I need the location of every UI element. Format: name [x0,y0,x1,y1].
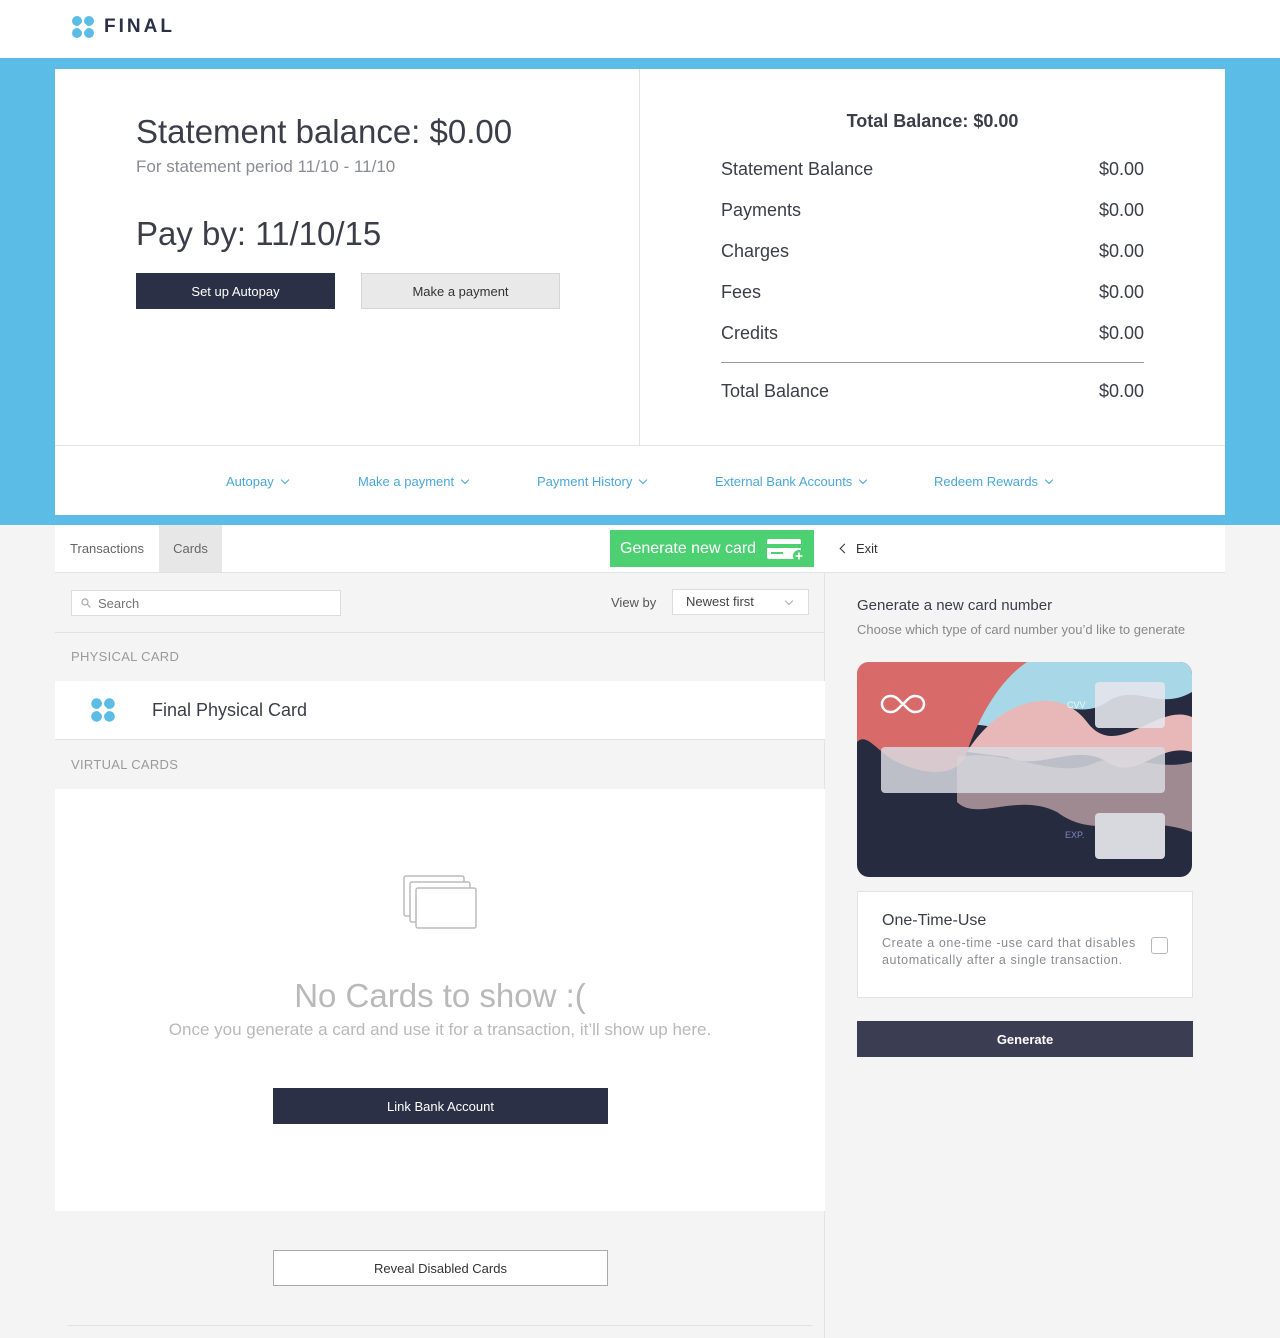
physical-card-name: Final Physical Card [152,700,308,720]
balance-row: Payments $0.00 [721,200,1144,224]
nav-make-payment[interactable]: Make a payment [358,474,470,489]
chevron-down-icon [280,475,289,485]
empty-title: No Cards to show :( [294,977,586,1014]
reveal-disabled-cards-button[interactable]: Reveal Disabled Cards [273,1250,608,1286]
tab-transactions[interactable]: Transactions [55,525,159,572]
balance-row: Credits $0.00 [721,323,1144,347]
tab-cards[interactable]: Cards [159,525,222,572]
statement-balance-title: Statement balance: $0.00 [136,113,513,150]
physical-card-row[interactable]: Final Physical Card [55,681,825,739]
divider [55,739,825,740]
virtual-card-preview: CVV EXP. [857,662,1192,877]
statement-period: For statement period 11/10 - 11/10 [136,157,396,176]
nav-label: Redeem Rewards [934,474,1039,489]
search-input[interactable] [98,591,338,615]
view-by-value: Newest first [686,594,754,609]
total-balance-row: Total Balance $0.00 [721,381,1144,405]
virtual-cards-heading: VIRTUAL CARDS [71,757,179,772]
account-nav: Autopay Make a payment Payment History E… [55,445,1225,515]
balance-row-label: Payments [721,200,802,220]
statement-summary: Statement balance: $0.00 For statement p… [55,69,640,445]
chevron-down-icon [859,475,868,485]
balance-divider [721,362,1144,363]
option-title: One-Time-Use [882,912,987,929]
balance-row-label: Credits [721,323,779,343]
balance-row-label: Fees [721,282,762,302]
nav-autopay[interactable]: Autopay [226,474,289,489]
exit-label: Exit [856,541,878,556]
card-cvv-label: CVV [1067,700,1086,710]
balance-row-value: $0.00 [1098,200,1144,220]
balance-row-label: Statement Balance [721,159,874,179]
balance-row-value: $0.00 [1098,282,1144,302]
nav-payment-history[interactable]: Payment History [537,474,648,489]
cards-stack-icon [403,875,477,929]
total-balance-title: Total Balance: $0.00 [846,111,1019,131]
card-exp-field [1095,813,1165,859]
empty-subtitle: Once you generate a card and use it for … [168,1020,712,1039]
balance-breakdown: Total Balance: $0.00 Statement Balance $… [640,69,1225,445]
setup-autopay-button[interactable]: Set up Autopay [136,273,335,309]
link-bank-account-button[interactable]: Link Bank Account [273,1088,608,1124]
chevron-down-icon [784,596,794,606]
chevron-down-icon [1044,475,1054,485]
view-by-select[interactable]: Newest first [672,589,809,615]
infinity-logo-icon [880,694,926,714]
add-card-icon [767,539,805,561]
nav-label: Autopay [226,474,274,489]
physical-card-heading: PHYSICAL CARD [71,649,180,664]
view-by-label: View by [611,595,657,610]
balance-row-value: $0.00 [1098,323,1144,343]
nav-label: Make a payment [358,474,455,489]
nav-external-bank-accounts[interactable]: External Bank Accounts [715,474,868,489]
generate-card-title: Generate a new card number [857,597,1053,614]
card-number-field [881,747,1165,793]
generate-button[interactable]: Generate [857,1021,1193,1057]
search-icon [81,598,91,608]
generate-new-card-button[interactable]: Generate new card [610,530,814,567]
final-logo-icon [91,698,115,722]
brand-logo[interactable]: FINAL [68,12,175,42]
nav-redeem-rewards[interactable]: Redeem Rewards [934,474,1054,489]
card-exp-label: EXP. [1065,830,1085,840]
balance-row-label: Charges [721,241,790,261]
divider [68,1325,812,1326]
final-logo-icon [72,16,94,38]
generate-card-panel: Exit Generate a new card number Choose w… [825,525,1225,1338]
chevron-down-icon [460,475,470,485]
card-cvv-field [1095,682,1165,728]
total-balance-label: Total Balance [721,381,830,401]
make-payment-button[interactable]: Make a payment [361,273,560,309]
pay-by-date: Pay by: 11/10/15 [136,215,382,252]
balance-row: Charges $0.00 [721,241,1144,265]
generate-new-card-label: Generate new card [620,539,757,557]
search-box[interactable] [71,590,341,616]
empty-state: No Cards to show :( Once you generate a … [55,789,825,1211]
top-bar: FINAL [0,0,1280,58]
chevron-left-icon [839,543,850,554]
cards-section: Transactions Cards Generate new card Vie… [55,525,825,1338]
balance-row: Fees $0.00 [721,282,1144,306]
statement-panel: Statement balance: $0.00 For statement p… [55,69,1225,515]
balance-row-value: $0.00 [1098,241,1144,261]
nav-label: External Bank Accounts [715,474,853,489]
chevron-down-icon [639,475,648,485]
balance-row: Statement Balance $0.00 [721,159,1144,183]
brand-name: FINAL [104,16,175,37]
generate-card-subtitle: Choose which type of card number you’d l… [857,622,1186,637]
one-time-use-checkbox[interactable] [1151,937,1168,954]
one-time-use-option[interactable]: One-Time-Use Create a one-time -use card… [857,891,1193,998]
total-balance-value: $0.00 [1098,381,1144,401]
tab-bar: Transactions Cards Generate new card [55,525,825,573]
divider [55,632,825,633]
option-description: Create a one-time -use card that disable… [882,936,1136,967]
nav-label: Payment History [537,474,633,489]
balance-row-value: $0.00 [1098,159,1144,179]
side-panel-header: Exit [825,525,1225,573]
